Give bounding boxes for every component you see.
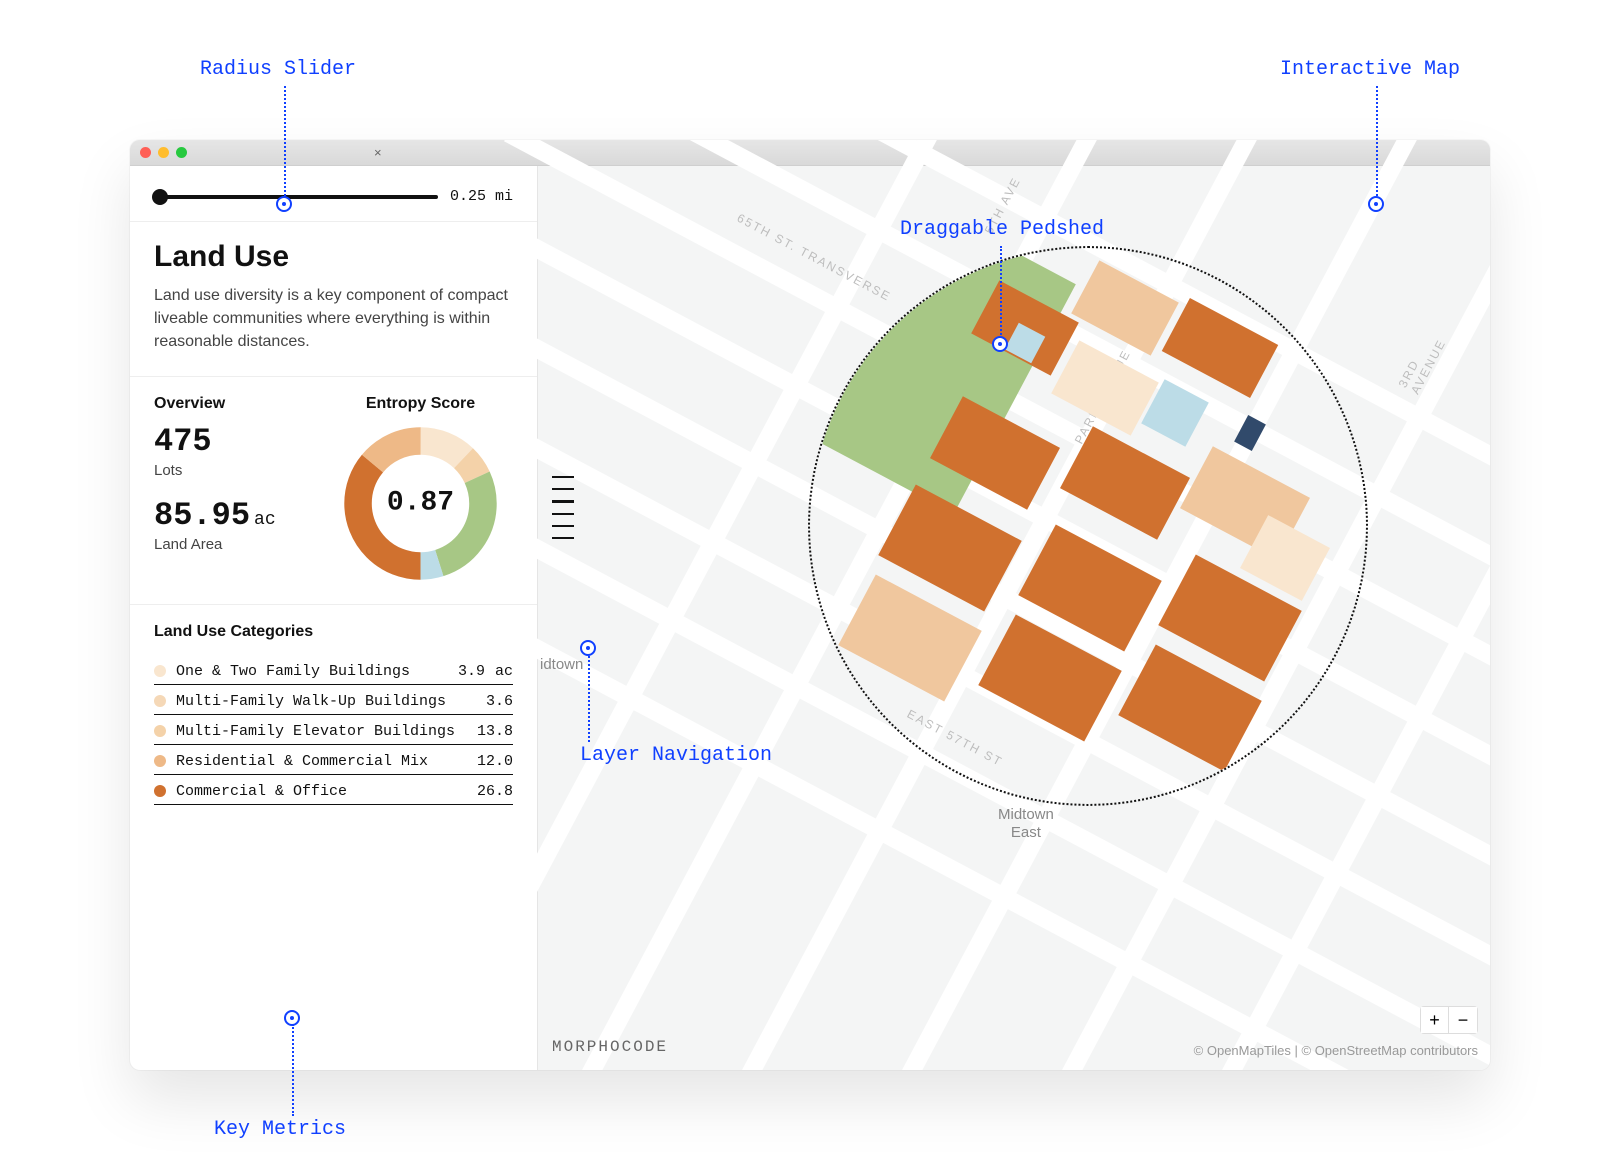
overview-label: Overview xyxy=(154,395,328,413)
maximize-icon[interactable] xyxy=(176,147,187,158)
layer-item[interactable] xyxy=(552,513,574,515)
layer-item[interactable] xyxy=(552,537,574,539)
entropy-value: 0.87 xyxy=(338,488,503,519)
map-brand: MORPHOCODE xyxy=(552,1038,668,1056)
area-value: 85.95 xyxy=(154,497,250,534)
annotation-label: Layer Navigation xyxy=(580,744,772,767)
category-row[interactable]: Commercial & Office 26.8 xyxy=(154,775,513,805)
sidebar: 0.25 mi Land Use Land use diversity is a… xyxy=(130,166,538,1070)
category-row[interactable]: Multi-Family Elevator Buildings 13.8 xyxy=(154,715,513,745)
radius-value: 0.25 mi xyxy=(450,188,513,205)
page-description: Land use diversity is a key component of… xyxy=(154,284,513,354)
annotation-label: Draggable Pedshed xyxy=(900,218,1104,241)
category-unit: ac xyxy=(495,663,513,680)
page-title: Land Use xyxy=(154,240,513,274)
categories-section: Land Use Categories One & Two Family Bui… xyxy=(130,604,537,823)
zoom-out-button[interactable]: − xyxy=(1449,1007,1477,1033)
radius-slider-handle[interactable] xyxy=(152,189,168,205)
category-row[interactable]: One & Two Family Buildings 3.9 ac xyxy=(154,655,513,685)
layer-item[interactable] xyxy=(552,525,574,527)
category-value: 3.6 xyxy=(486,693,513,710)
interactive-map[interactable]: 65TH ST. TRANSVERSE 5TH AVE PARK AVENUE … xyxy=(538,166,1490,1070)
swatch-icon xyxy=(154,665,166,677)
layer-item[interactable] xyxy=(552,500,574,503)
category-name: Residential & Commercial Mix xyxy=(176,753,467,770)
entropy-label: Entropy Score xyxy=(328,395,513,413)
layer-item[interactable] xyxy=(552,488,574,490)
panel-header: Land Use Land use diversity is a key com… xyxy=(130,221,537,376)
radius-slider-row: 0.25 mi xyxy=(130,166,537,221)
lots-value: 475 xyxy=(154,423,328,460)
map-attribution: © OpenMapTiles | © OpenStreetMap contrib… xyxy=(1194,1043,1478,1058)
annotation-label: Key Metrics xyxy=(214,1118,346,1141)
swatch-icon xyxy=(154,695,166,707)
district-label: MidtownEast xyxy=(998,806,1054,842)
area-unit: ac xyxy=(254,510,276,530)
category-value: 13.8 xyxy=(477,723,513,740)
category-row[interactable]: Multi-Family Walk-Up Buildings 3.6 xyxy=(154,685,513,715)
radius-slider[interactable] xyxy=(154,195,438,199)
category-name: Commercial & Office xyxy=(176,783,467,800)
zoom-in-button[interactable]: + xyxy=(1421,1007,1449,1033)
lots-label: Lots xyxy=(154,462,328,479)
entropy-donut-chart: 0.87 xyxy=(338,421,503,586)
annotation-label: Interactive Map xyxy=(1280,58,1460,81)
category-value: 26.8 xyxy=(477,783,513,800)
layer-item[interactable] xyxy=(552,476,574,478)
overview-section: Overview 475 Lots 85.95ac Land Area Entr… xyxy=(130,376,537,604)
swatch-icon xyxy=(154,755,166,767)
swatch-icon xyxy=(154,725,166,737)
category-name: Multi-Family Walk-Up Buildings xyxy=(176,693,476,710)
category-name: One & Two Family Buildings xyxy=(176,663,448,680)
area-label: Land Area xyxy=(154,536,328,553)
app-window: × 0.25 mi Land Use Land use diversity is… xyxy=(130,140,1490,1070)
category-name: Multi-Family Elevator Buildings xyxy=(176,723,467,740)
pedshed-circle[interactable] xyxy=(808,246,1368,806)
minimize-icon[interactable] xyxy=(158,147,169,158)
tab-close-icon[interactable]: × xyxy=(374,145,382,160)
titlebar: × xyxy=(130,140,1490,166)
swatch-icon xyxy=(154,785,166,797)
category-value: 12.0 xyxy=(477,753,513,770)
category-row[interactable]: Residential & Commercial Mix 12.0 xyxy=(154,745,513,775)
categories-title: Land Use Categories xyxy=(154,623,513,641)
district-label: idtown xyxy=(540,656,583,674)
annotation-label: Radius Slider xyxy=(200,58,356,81)
layer-navigation[interactable] xyxy=(552,476,574,539)
close-icon[interactable] xyxy=(140,147,151,158)
category-value: 3.9 xyxy=(458,663,485,680)
zoom-control: + − xyxy=(1420,1006,1478,1034)
